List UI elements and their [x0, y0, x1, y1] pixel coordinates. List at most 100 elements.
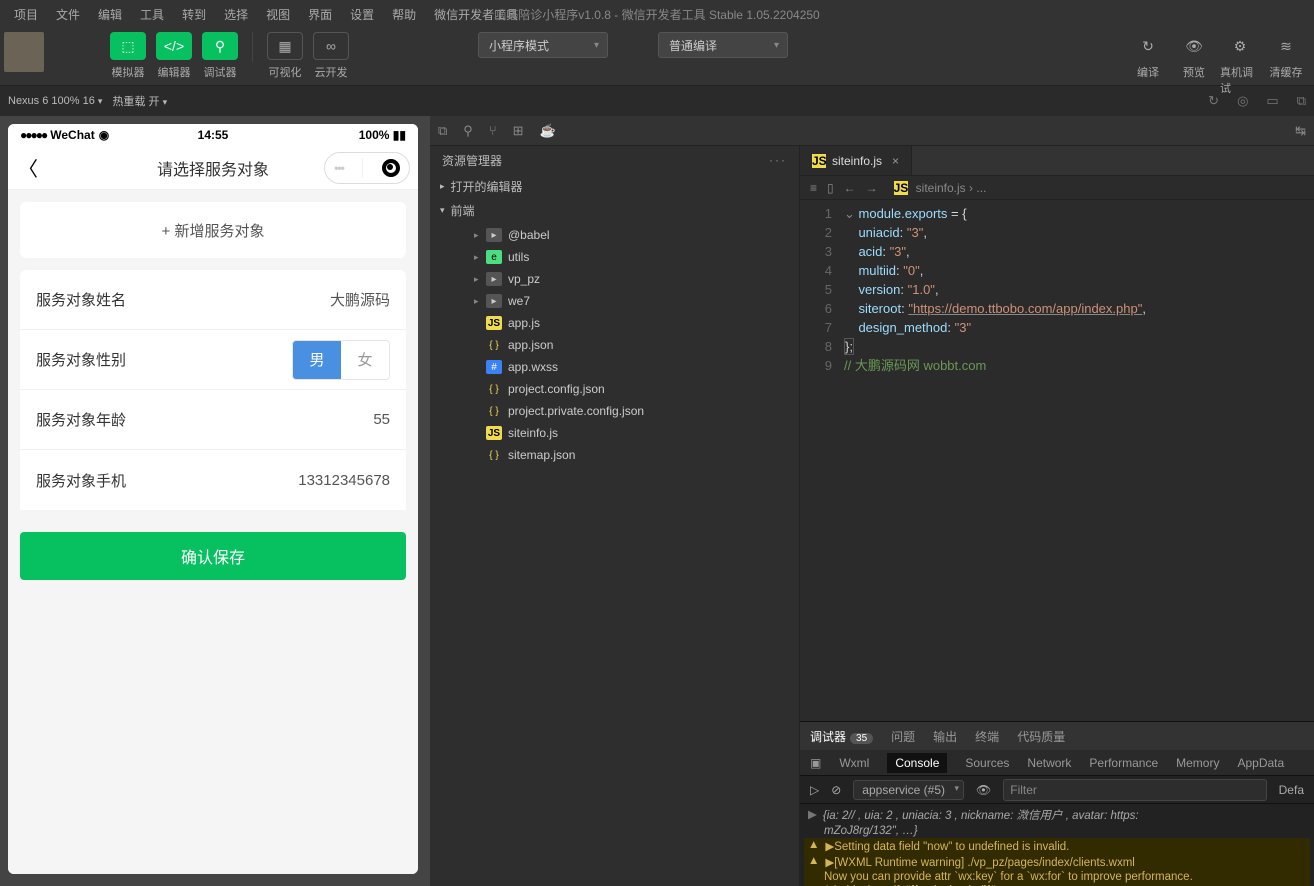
visual-button[interactable]: ▦可视化 — [265, 32, 305, 80]
file-app-wxss[interactable]: #app.wxss — [430, 356, 799, 378]
mode-select[interactable]: 小程序模式 — [478, 32, 608, 58]
console-eye-icon[interactable]: 👁 — [976, 783, 991, 797]
file-project-private[interactable]: { }project.private.config.json — [430, 400, 799, 422]
file-sitemap[interactable]: { }sitemap.json — [430, 444, 799, 466]
add-target-button[interactable]: + 新增服务对象 — [20, 202, 406, 258]
menu-file[interactable]: 文件 — [48, 2, 88, 27]
debugger-button[interactable]: ⚲调试器 — [200, 32, 240, 80]
simulator-button[interactable]: ⬚模拟器 — [108, 32, 148, 80]
tab-memory[interactable]: Memory — [1176, 756, 1219, 770]
menubar: 项目 文件 编辑 工具 转到 选择 视图 界面 设置 帮助 微信开发者工具 嘀嗒… — [0, 0, 1314, 28]
ext-icon[interactable]: ⊞ — [513, 123, 524, 139]
file-project-config[interactable]: { }project.config.json — [430, 378, 799, 400]
folder-babel[interactable]: ▸▸@babel — [430, 224, 799, 246]
tab-close-icon[interactable]: × — [892, 154, 899, 168]
file-siteinfo[interactable]: JSsiteinfo.js — [430, 422, 799, 444]
hot-reload-toggle[interactable]: 热重载 开 ▾ — [112, 93, 167, 109]
value-name[interactable]: 大鹏源码 — [330, 289, 390, 310]
console-controls: ▷ ⊘ appservice (#5) 👁 Filter Defa — [800, 776, 1314, 804]
form: 服务对象姓名 大鹏源码 服务对象性别 男 女 服务对象年龄 55 — [20, 270, 406, 510]
value-phone[interactable]: 13312345678 — [298, 472, 390, 489]
capsule-divider — [362, 159, 363, 177]
menu-settings[interactable]: 设置 — [342, 2, 382, 27]
capsule-close-icon[interactable] — [382, 159, 400, 177]
menu-edit[interactable]: 编辑 — [90, 2, 130, 27]
tab-console[interactable]: Console — [887, 753, 947, 773]
simulator-device: ●●●●● WeChat ◉ 14:55 100% ▮▮ 〈 请选择服务对象 •… — [8, 124, 418, 874]
preview-button[interactable]: 👁预览 — [1174, 32, 1214, 96]
search-icon[interactable]: ⚲ — [463, 123, 473, 139]
gender-female-button[interactable]: 女 — [341, 341, 389, 379]
dbg-tab-quality[interactable]: 代码质量 — [1017, 728, 1065, 745]
code-area: JSsiteinfo.js× ≡ ▯ ← → JS siteinfo.js › … — [800, 146, 1314, 886]
dbg-tab-output[interactable]: 输出 — [933, 728, 957, 745]
label-gender: 服务对象性别 — [36, 349, 126, 370]
tab-sources[interactable]: Sources — [965, 756, 1009, 770]
preview-label: 预览 — [1183, 64, 1205, 80]
console-default[interactable]: Defa — [1279, 783, 1304, 797]
folder-we7[interactable]: ▸▸we7 — [430, 290, 799, 312]
cloud-button[interactable]: ∞云开发 — [311, 32, 351, 80]
tab-siteinfo[interactable]: JSsiteinfo.js× — [800, 146, 912, 175]
root-section[interactable]: ▾前端 — [430, 198, 799, 222]
tab-network[interactable]: Network — [1027, 756, 1071, 770]
save-button[interactable]: 确认保存 — [20, 532, 406, 580]
editor-button[interactable]: </>编辑器 — [154, 32, 194, 80]
compile-button[interactable]: ↻编译 — [1128, 32, 1168, 96]
menu-view[interactable]: 视图 — [258, 2, 298, 27]
avatar[interactable] — [4, 32, 44, 72]
git-icon[interactable]: ⑂ — [489, 123, 497, 138]
open-editors-section[interactable]: ▸打开的编辑器 — [430, 174, 799, 198]
simulator-label: 模拟器 — [112, 64, 145, 80]
tab-appdata[interactable]: AppData — [1237, 756, 1284, 770]
capsule-menu-icon[interactable]: ••• — [334, 161, 344, 175]
cup-icon[interactable]: ☕ — [540, 123, 556, 139]
file-app-json[interactable]: { }app.json — [430, 334, 799, 356]
folder-utils[interactable]: ▸eutils — [430, 246, 799, 268]
dbg-tab-issues[interactable]: 问题 — [891, 728, 915, 745]
dbg-tab-terminal[interactable]: 终端 — [975, 728, 999, 745]
bc-gutter-icon[interactable]: ≡ — [810, 181, 817, 195]
tab-performance[interactable]: Performance — [1089, 756, 1158, 770]
bc-fwd-icon[interactable]: → — [866, 181, 878, 195]
device-select[interactable]: Nexus 6 100% 16 ▾ — [8, 95, 102, 107]
console-line: ▶{ia: 2// , uia: 2 , uniacia: 3 , nickna… — [804, 806, 1310, 824]
console-scope-select[interactable]: appservice (#5) — [853, 780, 964, 800]
cloud-label: 云开发 — [315, 64, 348, 80]
page-body: + 新增服务对象 服务对象姓名 大鹏源码 服务对象性别 男 女 服务 — [8, 190, 418, 874]
menu-select[interactable]: 选择 — [216, 2, 256, 27]
menu-goto[interactable]: 转到 — [174, 2, 214, 27]
menu-interface[interactable]: 界面 — [300, 2, 340, 27]
row-phone: 服务对象手机 13312345678 — [20, 450, 406, 510]
editor-toolbar: ⧉ ⚲ ⑂ ⊞ ☕ ↹ — [430, 116, 1314, 146]
menu-project[interactable]: 项目 — [6, 2, 46, 27]
folder-vppz[interactable]: ▸▸vp_pz — [430, 268, 799, 290]
signal-icon: ●●●●● — [20, 128, 46, 142]
clearcache-button[interactable]: ≋清缓存 — [1266, 32, 1306, 96]
files-icon[interactable]: ⧉ — [438, 123, 447, 139]
dbg-tab-debugger[interactable]: 调试器35 — [810, 728, 873, 745]
value-age[interactable]: 55 — [373, 411, 390, 428]
menu-help[interactable]: 帮助 — [384, 2, 424, 27]
label-name: 服务对象姓名 — [36, 289, 126, 310]
console-filter-input[interactable]: Filter — [1003, 779, 1266, 801]
statusbar: ●●●●● WeChat ◉ 14:55 100% ▮▮ — [8, 124, 418, 146]
tab-wxml[interactable]: Wxml — [839, 756, 869, 770]
code-editor[interactable]: 1 2 3 4 5 6 7 8 9 ⌄ module.exports = { u… — [800, 200, 1314, 721]
bc-bookmark-icon[interactable]: ▯ — [827, 181, 834, 195]
bc-back-icon[interactable]: ← — [844, 181, 856, 195]
menu-tools[interactable]: 工具 — [132, 2, 172, 27]
gender-male-button[interactable]: 男 — [293, 341, 341, 379]
console-warn: ▲▶[WXML Runtime warning] ./vp_pz/pages/i… — [804, 854, 1310, 870]
collapse-icon[interactable]: ↹ — [1295, 123, 1306, 139]
inspect-icon[interactable]: ▣ — [810, 756, 821, 770]
file-app-js[interactable]: JSapp.js — [430, 312, 799, 334]
compile-select[interactable]: 普通编译 — [658, 32, 788, 58]
clearcache-label: 清缓存 — [1270, 64, 1303, 80]
back-icon[interactable]: 〈 — [18, 153, 38, 182]
explorer: 资源管理器 ··· ▸打开的编辑器 ▾前端 ▸▸@babel ▸eutils ▸… — [430, 146, 800, 886]
explorer-more-icon[interactable]: ··· — [769, 153, 787, 167]
realdebug-button[interactable]: ⚙真机调试 — [1220, 32, 1260, 96]
console-clear-icon[interactable]: ⊘ — [831, 783, 841, 797]
console-play-icon[interactable]: ▷ — [810, 783, 819, 797]
